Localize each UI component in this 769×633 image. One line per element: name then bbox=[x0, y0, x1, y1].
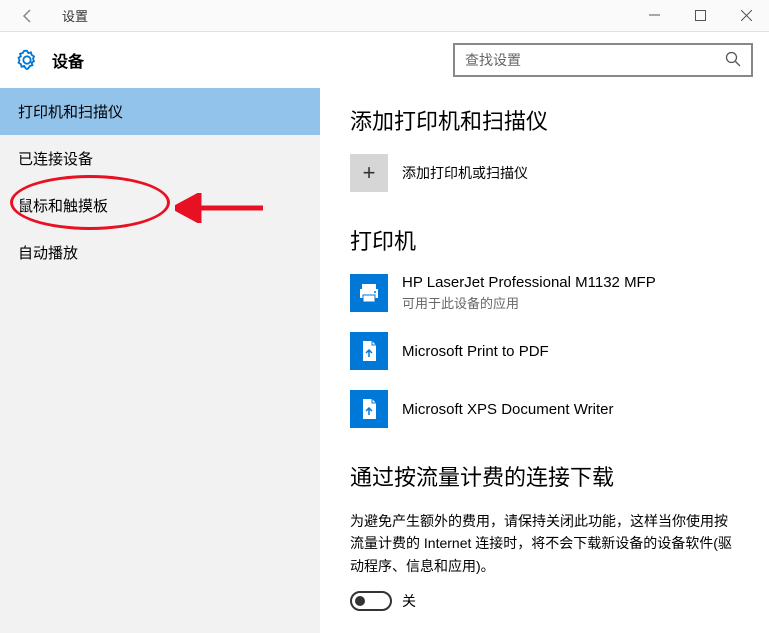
sidebar-item-printers[interactable]: 打印机和扫描仪 bbox=[0, 88, 320, 135]
metered-toggle[interactable]: 关 bbox=[350, 591, 739, 611]
add-printer-label: 添加打印机或扫描仪 bbox=[402, 163, 528, 183]
toggle-track bbox=[350, 591, 392, 611]
document-icon bbox=[350, 390, 388, 428]
gear-icon bbox=[16, 49, 38, 71]
document-icon bbox=[350, 332, 388, 370]
sidebar-item-label: 已连接设备 bbox=[18, 148, 93, 169]
metered-description: 为避免产生额外的费用，请保持关闭此功能，这样当你使用按流量计费的 Interne… bbox=[350, 510, 739, 577]
back-button[interactable] bbox=[12, 0, 44, 32]
toggle-knob bbox=[355, 596, 365, 606]
add-printer-row[interactable]: + 添加打印机或扫描仪 bbox=[350, 154, 739, 192]
plus-icon: + bbox=[350, 154, 388, 192]
sidebar-item-connected[interactable]: 已连接设备 bbox=[0, 135, 320, 182]
printer-name: Microsoft Print to PDF bbox=[402, 343, 549, 360]
section-add-title: 添加打印机和扫描仪 bbox=[350, 104, 739, 136]
sidebar: 打印机和扫描仪 已连接设备 鼠标和触摸板 自动播放 bbox=[0, 88, 320, 633]
printer-name: Microsoft XPS Document Writer bbox=[402, 401, 613, 418]
sidebar-item-label: 打印机和扫描仪 bbox=[18, 101, 123, 122]
window-controls bbox=[631, 0, 769, 32]
search-icon bbox=[725, 51, 741, 70]
main: 打印机和扫描仪 已连接设备 鼠标和触摸板 自动播放 添加打印机和扫描仪 + 添加… bbox=[0, 88, 769, 633]
search-placeholder: 查找设置 bbox=[465, 50, 725, 70]
sidebar-item-label: 自动播放 bbox=[18, 242, 78, 263]
sidebar-item-autoplay[interactable]: 自动播放 bbox=[0, 229, 320, 276]
close-button[interactable] bbox=[723, 0, 769, 32]
section-metered-title: 通过按流量计费的连接下载 bbox=[350, 460, 739, 492]
section-printers-title: 打印机 bbox=[350, 224, 739, 256]
sidebar-item-label: 鼠标和触摸板 bbox=[18, 195, 108, 216]
page-title: 设备 bbox=[52, 48, 84, 72]
printer-name: HP LaserJet Professional M1132 MFP bbox=[402, 274, 656, 291]
minimize-button[interactable] bbox=[631, 0, 677, 32]
search-input[interactable]: 查找设置 bbox=[453, 43, 753, 77]
content: 添加打印机和扫描仪 + 添加打印机或扫描仪 打印机 HP LaserJet Pr… bbox=[320, 88, 769, 633]
printer-icon bbox=[350, 274, 388, 312]
sidebar-item-mouse[interactable]: 鼠标和触摸板 bbox=[0, 182, 320, 229]
header: 设备 查找设置 bbox=[0, 32, 769, 88]
toggle-label: 关 bbox=[402, 591, 416, 611]
printer-row[interactable]: Microsoft XPS Document Writer bbox=[350, 390, 739, 428]
window-title: 设置 bbox=[62, 6, 88, 25]
printer-row[interactable]: Microsoft Print to PDF bbox=[350, 332, 739, 370]
printer-row[interactable]: HP LaserJet Professional M1132 MFP 可用于此设… bbox=[350, 274, 739, 312]
titlebar: 设置 bbox=[0, 0, 769, 32]
printer-subtitle: 可用于此设备的应用 bbox=[402, 293, 656, 312]
maximize-button[interactable] bbox=[677, 0, 723, 32]
